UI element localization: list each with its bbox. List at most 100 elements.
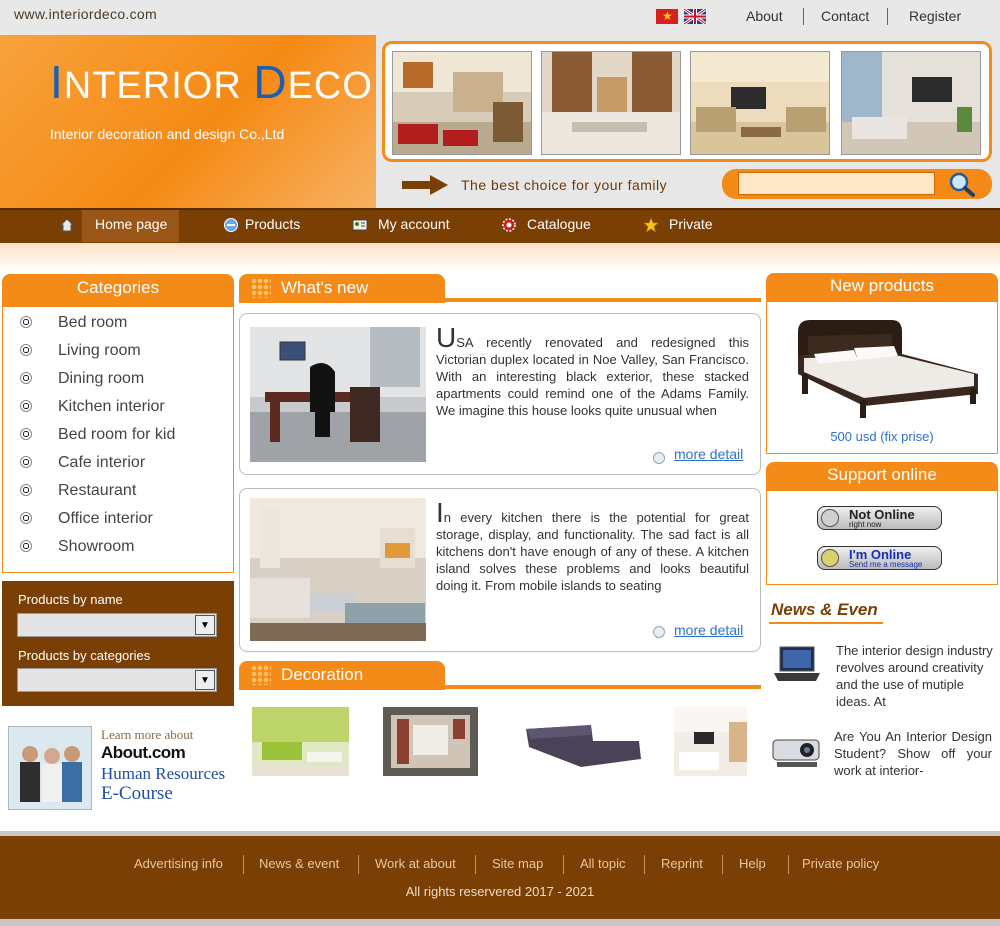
- bullet-icon: [20, 428, 32, 440]
- footer-link-alltopic[interactable]: All topic: [580, 856, 626, 871]
- company-name: Interior decoration and design Co.,Ltd: [50, 126, 285, 142]
- ad-line3: Human Resources: [101, 764, 226, 783]
- decoration-image[interactable]: [521, 707, 645, 776]
- products-by-name-select[interactable]: ▼: [17, 613, 217, 637]
- interior-photo[interactable]: [392, 51, 532, 155]
- news-underline: [769, 622, 883, 624]
- bullet-icon: [20, 316, 32, 328]
- category-item[interactable]: Office interior: [20, 510, 153, 528]
- nav-private[interactable]: Private: [669, 208, 713, 243]
- status-subtext: right now: [849, 520, 882, 529]
- search-input[interactable]: [738, 172, 935, 195]
- more-detail-icon: [653, 626, 665, 638]
- footer-link-reprint[interactable]: Reprint: [661, 856, 703, 871]
- dots-icon: [251, 278, 271, 298]
- products-by-categories-label: Products by categories: [18, 648, 151, 663]
- category-item[interactable]: Kitchen interior: [20, 398, 165, 416]
- laptop-image[interactable]: [772, 645, 822, 683]
- support-online-title: Support online: [766, 462, 998, 492]
- offline-face-icon: [821, 509, 839, 527]
- bed-product-image[interactable]: [794, 314, 980, 420]
- more-detail-link[interactable]: more detail: [674, 622, 743, 638]
- logo[interactable]: INTERIOR DECO: [50, 55, 373, 109]
- whats-new-title: What's new: [239, 274, 445, 303]
- article-card: In every kitchen there is the potential …: [239, 488, 761, 652]
- status-subtext: Send me a message: [849, 560, 923, 569]
- interior-photo[interactable]: [841, 51, 981, 155]
- account-icon: [352, 219, 368, 231]
- support-panel: [766, 490, 998, 585]
- article-text: USA recently renovated and redesigned th…: [436, 326, 749, 418]
- article-card: USA recently renovated and redesigned th…: [239, 313, 761, 475]
- about-ad-banner[interactable]: Learn more about About.com Human Resourc…: [8, 720, 234, 812]
- category-item[interactable]: Cafe interior: [20, 454, 145, 472]
- footer-link-news[interactable]: News & event: [259, 856, 339, 871]
- new-products-title: New products: [766, 273, 998, 303]
- ad-brand: About.com: [101, 743, 186, 762]
- chevron-down-icon: ▼: [195, 615, 215, 635]
- products-icon: [224, 218, 238, 232]
- divider: [563, 855, 564, 874]
- divider: [722, 855, 723, 874]
- interior-photo[interactable]: [541, 51, 681, 155]
- ad-line4: E-Course: [101, 783, 173, 804]
- products-by-name-label: Products by name: [18, 592, 123, 607]
- ad-photo: [8, 726, 92, 810]
- bullet-icon: [20, 344, 32, 356]
- nav-my-account[interactable]: My account: [378, 208, 450, 243]
- about-link[interactable]: About: [746, 8, 783, 24]
- category-item[interactable]: Restaurant: [20, 482, 136, 500]
- nav-products[interactable]: Products: [245, 208, 300, 243]
- copyright: All rights reservered 2017 - 2021: [405, 884, 595, 899]
- footer-link-privacy[interactable]: Private policy: [802, 856, 879, 871]
- footer-border: [0, 919, 1000, 926]
- vietnam-flag-icon[interactable]: ★: [656, 9, 678, 24]
- divider: [358, 855, 359, 874]
- decoration-title: Decoration: [239, 661, 445, 690]
- categories-title: Categories: [2, 274, 234, 306]
- news-item[interactable]: Are You An Interior Design Student? Show…: [834, 728, 992, 779]
- decoration-image[interactable]: [252, 707, 349, 776]
- search-button[interactable]: [948, 171, 976, 197]
- products-by-categories-select[interactable]: ▼: [17, 668, 217, 692]
- decoration-image[interactable]: [383, 707, 478, 776]
- footer: [0, 836, 1000, 919]
- bullet-icon: [20, 484, 32, 496]
- category-item[interactable]: Bed room: [20, 314, 127, 332]
- decoration-image[interactable]: [674, 707, 747, 776]
- footer-link-advertising[interactable]: Advertising info: [134, 856, 223, 871]
- divider: [788, 855, 789, 874]
- nav-shadow: [0, 243, 1000, 273]
- footer-link-sitemap[interactable]: Site map: [492, 856, 543, 871]
- footer-link-work[interactable]: Work at about: [375, 856, 456, 871]
- more-detail-link[interactable]: more detail: [674, 446, 743, 462]
- divider: [644, 855, 645, 874]
- article-image[interactable]: [250, 327, 426, 462]
- article-image[interactable]: [250, 498, 426, 641]
- contact-link[interactable]: Contact: [821, 8, 869, 24]
- category-item[interactable]: Bed room for kid: [20, 426, 175, 444]
- catalogue-icon: [502, 218, 516, 232]
- online-face-icon: [821, 549, 839, 567]
- category-item[interactable]: Dining room: [20, 370, 144, 388]
- news-title: News & Even: [771, 600, 878, 619]
- divider: [887, 8, 888, 25]
- news-item[interactable]: The interior design industry revolves ar…: [836, 642, 996, 710]
- uk-flag-icon[interactable]: [684, 9, 706, 24]
- interior-photo[interactable]: [690, 51, 830, 155]
- arrow-right-icon: [402, 175, 448, 195]
- product-price[interactable]: 500 usd (fix prise): [766, 429, 998, 444]
- nav-catalogue[interactable]: Catalogue: [527, 208, 591, 243]
- category-item[interactable]: Showroom: [20, 538, 134, 556]
- register-link[interactable]: Register: [909, 8, 961, 24]
- chevron-down-icon: ▼: [195, 670, 215, 690]
- footer-link-help[interactable]: Help: [739, 856, 766, 871]
- more-detail-icon: [653, 452, 665, 464]
- category-item[interactable]: Living room: [20, 342, 141, 360]
- projector-image[interactable]: [767, 730, 825, 772]
- support-status-offline[interactable]: Not Online right now: [817, 506, 942, 530]
- bullet-icon: [20, 400, 32, 412]
- nav-home-page[interactable]: Home page: [95, 208, 167, 243]
- article-text: In every kitchen there is the potential …: [436, 501, 749, 593]
- support-status-online[interactable]: I'm Online Send me a message: [817, 546, 942, 570]
